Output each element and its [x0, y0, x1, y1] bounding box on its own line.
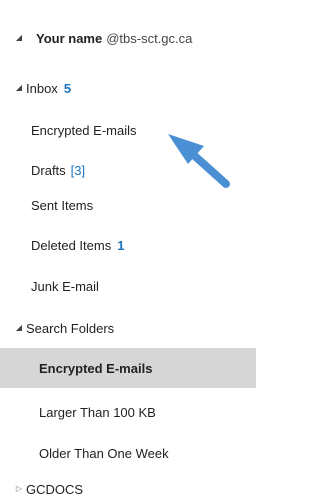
item-count: [3] [70, 162, 86, 178]
folder-label: Deleted Items [31, 237, 112, 253]
unread-count: 1 [117, 237, 125, 253]
collapsed-caret-icon[interactable]: ▷ [14, 485, 24, 493]
folder-label: GCDOCS [26, 481, 84, 497]
folder-label: Encrypted E-mails [31, 122, 137, 138]
folder-label: Encrypted E-mails [39, 360, 153, 376]
folder-label: Older Than One Week [39, 445, 169, 461]
folder-item-sent-items[interactable]: Sent Items [0, 185, 256, 225]
folder-label: Drafts [31, 162, 66, 178]
folder-label: Inbox [26, 80, 58, 96]
account-domain: @tbs-sct.gc.ca [106, 30, 193, 46]
folder-item-encrypted-emails[interactable]: Encrypted E-mails [0, 110, 256, 150]
folder-label: Larger Than 100 KB [39, 404, 156, 420]
folder-label: Junk E-mail [31, 278, 99, 294]
folder-item-gcdocs[interactable]: ▷ GCDOCS [0, 469, 256, 504]
search-folder-older-than-one-week[interactable]: Older Than One Week [0, 433, 256, 473]
account-row[interactable]: ◢ Your name @tbs-sct.gc.ca [0, 18, 256, 58]
folder-label: Sent Items [31, 197, 94, 213]
folder-label: Search Folders [26, 320, 115, 336]
folder-item-drafts[interactable]: Drafts [3] [0, 150, 256, 190]
account-name: Your name [36, 30, 103, 46]
folder-item-inbox[interactable]: ◢ Inbox 5 [0, 68, 256, 108]
folder-item-search-folders[interactable]: ◢ Search Folders [0, 308, 256, 348]
unread-count: 5 [63, 80, 72, 96]
search-folder-encrypted-emails[interactable]: Encrypted E-mails [0, 348, 256, 388]
search-folder-larger-than-100kb[interactable]: Larger Than 100 KB [0, 392, 256, 432]
expanded-caret-icon[interactable]: ◢ [14, 324, 24, 332]
folder-item-junk-email[interactable]: Junk E-mail [0, 266, 256, 306]
folder-item-deleted-items[interactable]: Deleted Items 1 [0, 225, 256, 265]
folder-pane: ◢ Your name @tbs-sct.gc.ca ◢ Inbox 5 Enc… [0, 0, 256, 504]
expanded-caret-icon[interactable]: ◢ [14, 84, 24, 92]
expanded-caret-icon[interactable]: ◢ [14, 34, 24, 42]
